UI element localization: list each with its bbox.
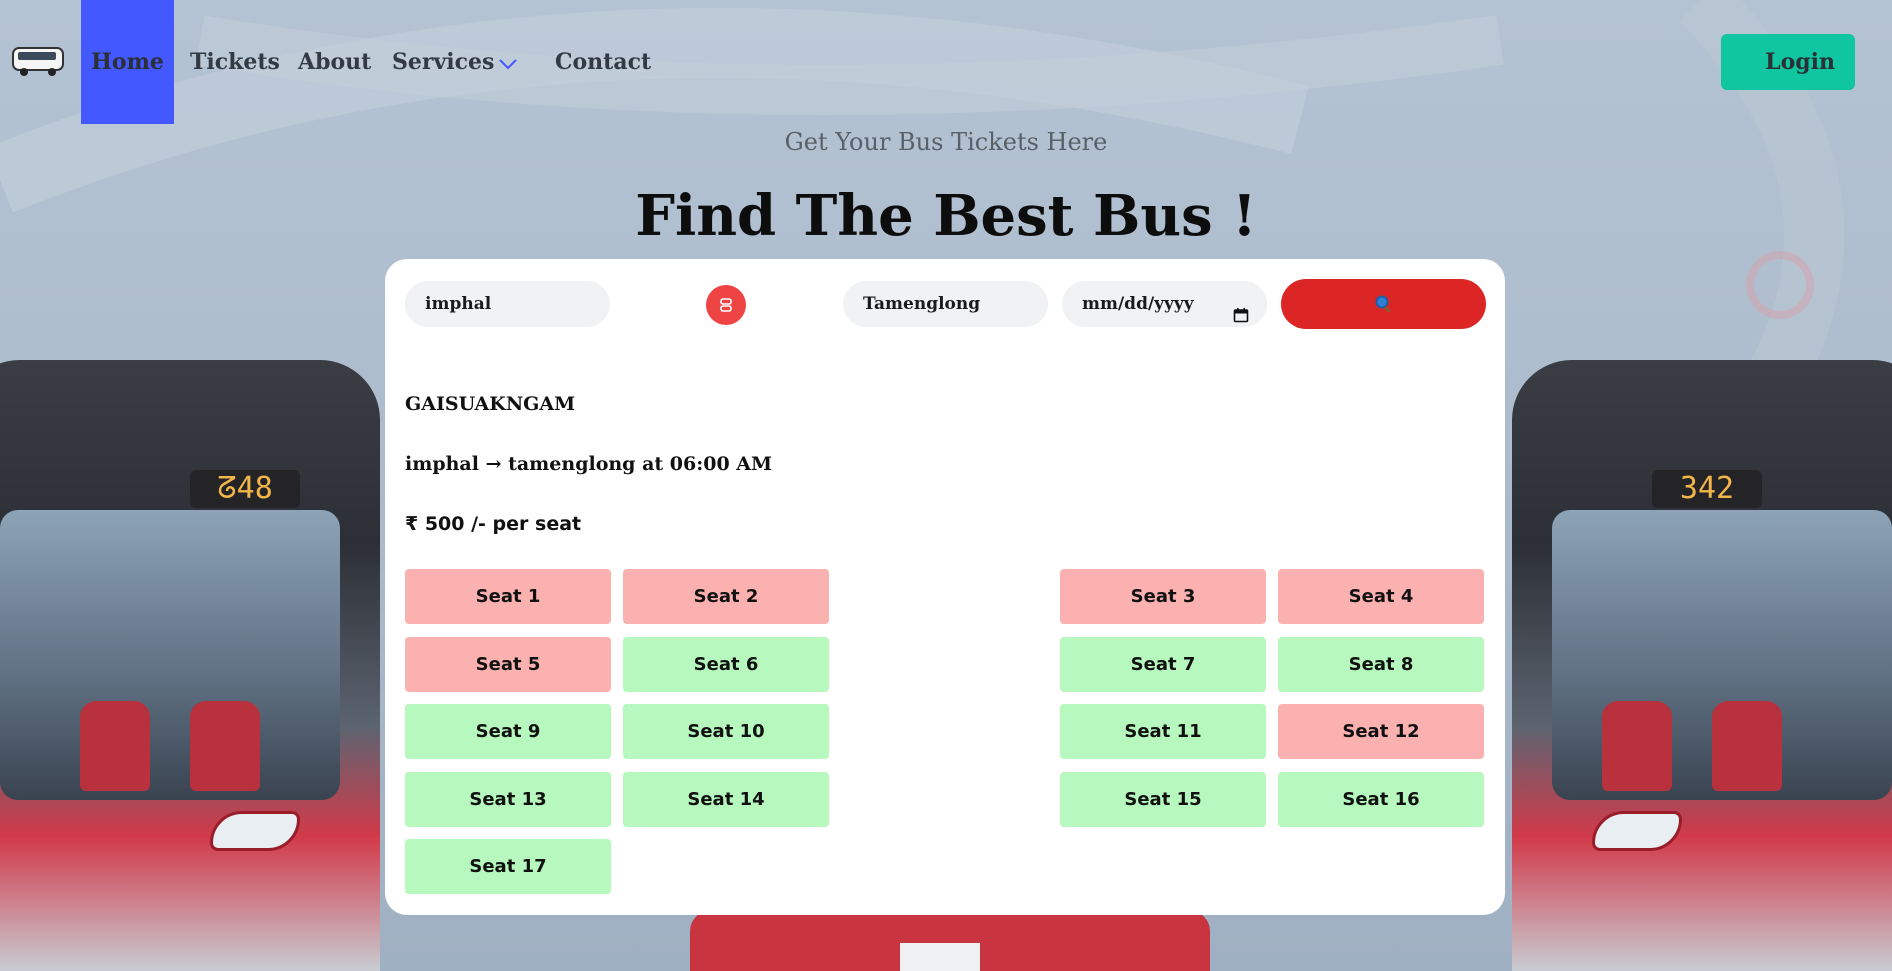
nav-home-link[interactable]: Home	[81, 0, 174, 124]
bus-name: GAISUAKNGAM	[405, 393, 576, 415]
bus-image-right: 342	[1512, 360, 1892, 971]
seat-button[interactable]: Seat 3	[1060, 569, 1266, 624]
seat-button[interactable]: Seat 1	[405, 569, 611, 624]
search-card: imphal Tamenglong mm/dd/yyyy GAISUAKNGAM…	[385, 259, 1505, 915]
nav-contact-link[interactable]: Contact	[555, 0, 651, 124]
seat-button[interactable]: Seat 14	[623, 771, 829, 827]
seat-button[interactable]: Seat 10	[623, 704, 829, 759]
seat-button[interactable]: Seat 16	[1278, 771, 1484, 827]
calendar-icon[interactable]	[1233, 295, 1249, 323]
seat-button[interactable]: Seat 11	[1060, 704, 1266, 759]
date-placeholder: mm/dd/yyyy	[1082, 294, 1194, 314]
seat-button[interactable]: Seat 13	[405, 771, 611, 827]
seat-button[interactable]: Seat 15	[1060, 771, 1266, 827]
seat-button[interactable]: Seat 17	[405, 839, 611, 894]
navbar: Home Tickets About Services Contact Logi…	[0, 0, 1892, 124]
seat-button[interactable]: Seat 7	[1060, 636, 1266, 692]
bus-seat-graphic	[1712, 701, 1782, 791]
from-input[interactable]: imphal	[405, 281, 610, 327]
to-input[interactable]: Tamenglong	[843, 281, 1048, 327]
chevron-down-icon[interactable]	[497, 53, 519, 75]
bus-seat-graphic	[80, 701, 150, 791]
bus-logo-icon[interactable]	[10, 44, 66, 78]
nav-tickets-link[interactable]: Tickets	[190, 0, 280, 124]
nav-services-link[interactable]: Services	[392, 0, 494, 124]
bus-headlight	[1592, 811, 1682, 851]
swap-button[interactable]	[706, 285, 746, 325]
seat-button[interactable]: Seat 5	[405, 636, 611, 692]
bus-display-left: ᘔ48	[190, 470, 300, 508]
bus-seat-graphic	[1602, 701, 1672, 791]
bus-display-right: 342	[1652, 470, 1762, 508]
bus-image-left: ᘔ48	[0, 360, 380, 971]
login-button[interactable]: Login	[1721, 34, 1855, 90]
seat-button[interactable]: Seat 2	[623, 569, 829, 624]
seat-button[interactable]: Seat 6	[623, 636, 829, 692]
magnifier-icon	[1375, 295, 1390, 313]
bus-window-left	[0, 510, 340, 800]
bus-seat-graphic	[190, 701, 260, 791]
page-subtitle: Get Your Bus Tickets Here	[784, 128, 1108, 156]
swap-icon	[720, 298, 732, 312]
search-button[interactable]	[1281, 279, 1486, 329]
date-input[interactable]: mm/dd/yyyy	[1062, 281, 1267, 327]
seat-button[interactable]: Seat 9	[405, 704, 611, 759]
bus-plate	[900, 943, 980, 971]
seat-button[interactable]: Seat 4	[1278, 569, 1484, 624]
seat-button[interactable]: Seat 12	[1278, 704, 1484, 759]
route-info: imphal → tamenglong at 06:00 AM	[405, 453, 773, 475]
bus-headlight	[210, 811, 300, 851]
seat-price: ₹ 500 /- per seat	[405, 513, 582, 535]
nav-about-link[interactable]: About	[298, 0, 371, 124]
seat-button[interactable]: Seat 8	[1278, 636, 1484, 692]
page-title: Find The Best Bus !	[635, 183, 1257, 249]
